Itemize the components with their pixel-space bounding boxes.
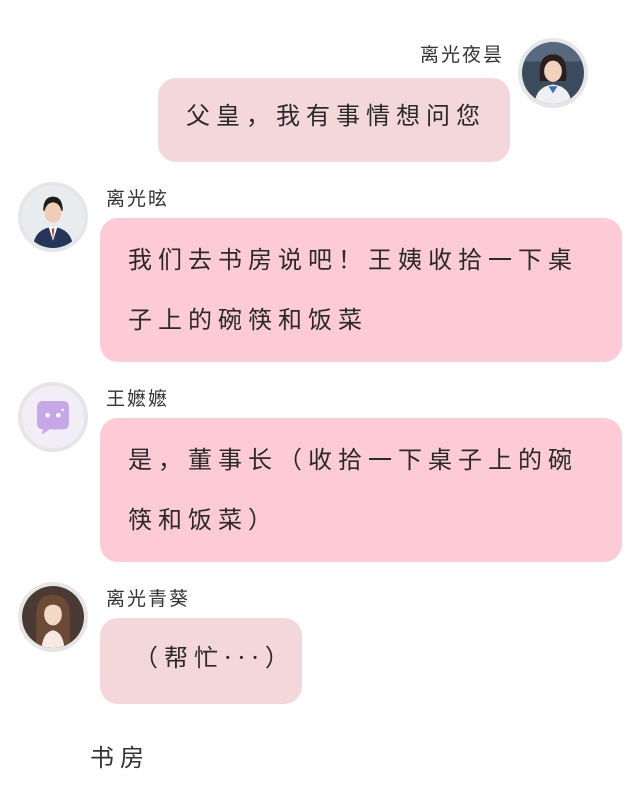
purple-chat-bubble-icon — [22, 386, 84, 448]
long-hair-girl-avatar-icon — [22, 586, 84, 648]
scene-caption: 书房 — [90, 744, 150, 772]
avatar-sender-4[interactable] — [18, 582, 88, 652]
man-in-suit-avatar-icon — [22, 186, 84, 248]
message-bubble[interactable]: 父皇，我有事情想问您 — [158, 78, 510, 162]
message-text: 父皇，我有事情想问您 — [186, 102, 486, 130]
message-text: 筷和饭菜） — [128, 506, 278, 534]
sender-name: 王嬷嬷 — [106, 388, 170, 410]
message-bubble[interactable]: （帮忙···） — [100, 618, 302, 704]
message-text: （帮忙···） — [134, 644, 295, 672]
avatar-sender-3[interactable] — [18, 382, 88, 452]
sender-name: 离光夜昙 — [420, 44, 505, 66]
message-text: 我们去书房说吧！王姨收拾一下桌 — [128, 246, 578, 274]
avatar-sender-1[interactable] — [518, 38, 588, 108]
message-bubble[interactable]: 是，董事长（收拾一下桌子上的碗 筷和饭菜） — [100, 418, 622, 562]
girl-avatar-icon — [522, 42, 584, 104]
message-bubble[interactable]: 我们去书房说吧！王姨收拾一下桌 子上的碗筷和饭菜 — [100, 218, 622, 362]
sender-name: 离光青葵 — [106, 588, 191, 610]
sender-name: 离光昡 — [106, 188, 170, 210]
message-text: 子上的碗筷和饭菜 — [128, 306, 368, 334]
avatar-sender-2[interactable] — [18, 182, 88, 252]
message-text: 是，董事长（收拾一下桌子上的碗 — [128, 446, 578, 474]
